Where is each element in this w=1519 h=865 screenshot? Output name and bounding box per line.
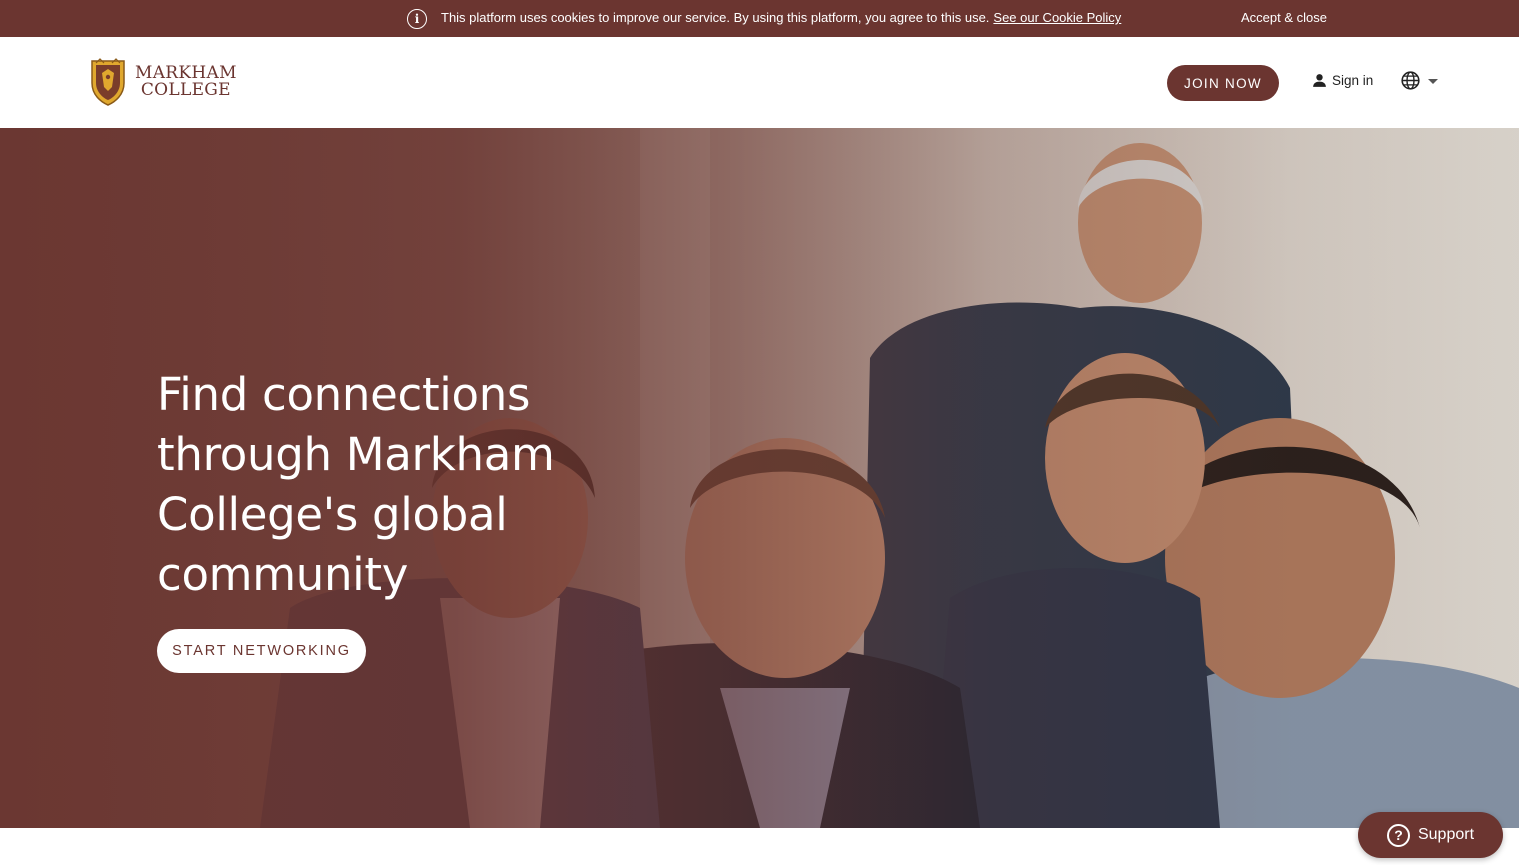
accept-close-button[interactable]: Accept & close [1241, 10, 1327, 25]
user-icon [1313, 74, 1326, 87]
chevron-down-icon [1428, 79, 1438, 84]
hero-banner: Find connections through Markham College… [0, 128, 1519, 828]
markham-college-logo[interactable]: MARKHAM COLLEGE [88, 57, 237, 107]
cookie-policy-link[interactable]: See our Cookie Policy [993, 10, 1121, 25]
sign-in-label: Sign in [1332, 73, 1374, 88]
question-circle-icon: ? [1386, 823, 1410, 847]
sign-in-link[interactable]: Sign in [1311, 72, 1373, 89]
cookie-message: This platform uses cookies to improve ou… [441, 10, 1121, 25]
cookie-message-text: This platform uses cookies to improve ou… [441, 10, 990, 25]
support-label: Support [1417, 826, 1475, 843]
logo-wordmark: MARKHAM COLLEGE [135, 65, 237, 99]
start-networking-button[interactable]: START NETWORKING [157, 629, 366, 673]
crest-icon [91, 58, 125, 106]
hero-title: Find connections through Markham College… [157, 368, 555, 601]
globe-icon [1401, 71, 1420, 90]
support-button[interactable]: ? Support [1358, 812, 1503, 858]
join-now-button[interactable]: JOIN NOW [1167, 65, 1279, 101]
logo-line-2: COLLEGE [140, 80, 231, 100]
site-header: MARKHAM COLLEGE JOIN NOW Sign in [0, 37, 1519, 128]
cookie-bar: i This platform uses cookies to improve … [0, 0, 1519, 37]
language-selector[interactable] [1400, 70, 1438, 91]
info-icon: i [407, 9, 427, 29]
